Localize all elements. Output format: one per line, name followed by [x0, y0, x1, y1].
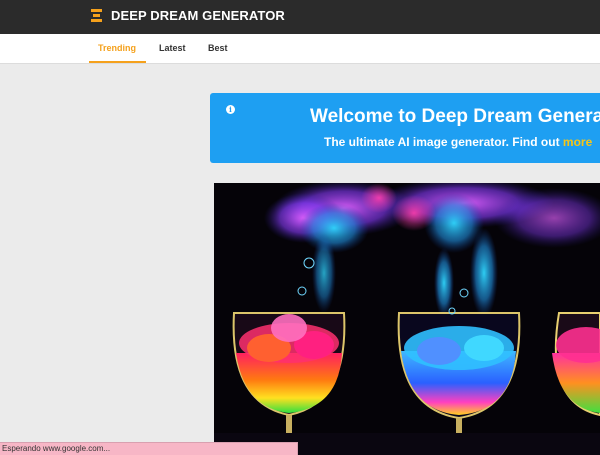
tab-best[interactable]: Best	[208, 43, 228, 53]
brand-name[interactable]: DEEP DREAM GENERATOR	[111, 8, 285, 23]
artwork-image	[214, 183, 600, 455]
browser-status-bar: Esperando www.google.com...	[0, 442, 298, 455]
tab-latest[interactable]: Latest	[159, 43, 186, 53]
banner-subtitle-text: The ultimate AI image generator. Find ou…	[324, 135, 563, 149]
info-icon: i	[226, 105, 235, 114]
status-text: Esperando www.google.com...	[2, 444, 111, 453]
featured-artwork[interactable]	[214, 183, 600, 455]
banner-title: Welcome to Deep Dream Generat	[310, 106, 600, 127]
top-navbar: DEEP DREAM GENERATOR	[0, 0, 600, 34]
banner-subtitle: The ultimate AI image generator. Find ou…	[324, 135, 592, 149]
tab-trending[interactable]: Trending	[98, 43, 136, 53]
active-tab-indicator	[89, 61, 146, 63]
tab-bar: Trending Latest Best	[0, 34, 600, 64]
stack-logo-icon[interactable]	[91, 9, 102, 24]
welcome-banner: i Welcome to Deep Dream Generat The ulti…	[210, 93, 600, 163]
banner-more-link[interactable]: more	[563, 135, 592, 149]
